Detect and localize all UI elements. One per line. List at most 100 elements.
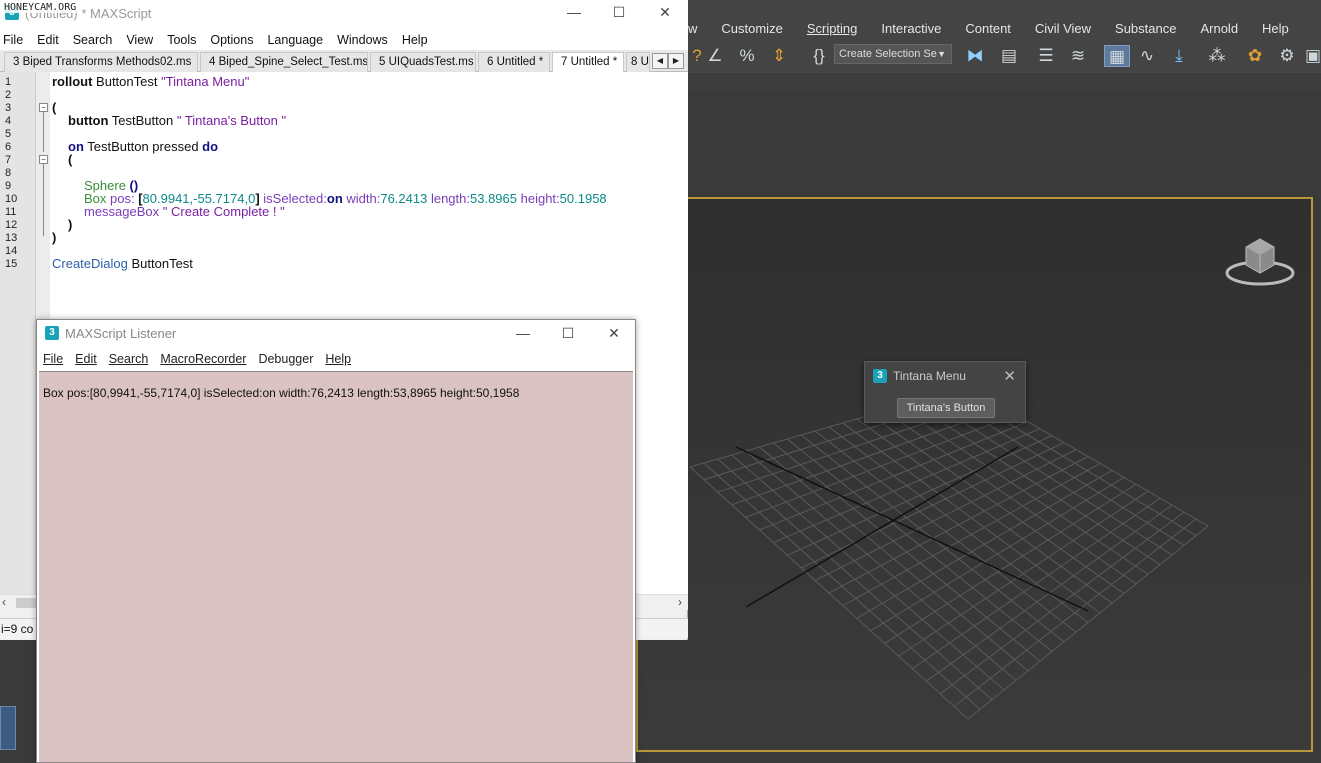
code-line-15: CreateDialog ButtonTest — [52, 256, 193, 271]
line-number: 7 — [5, 154, 12, 166]
chevron-down-icon: ▼ — [937, 49, 946, 59]
function-name: CreateDialog — [52, 256, 128, 271]
max-menu-arnold[interactable]: Arnold — [1188, 21, 1250, 36]
dialog-titlebar[interactable]: 3 Tintana Menu — [865, 362, 1025, 390]
scene-explorer-icon[interactable]: ☰ — [1035, 45, 1057, 67]
grid-line — [953, 518, 1197, 707]
parameter: length: — [427, 191, 470, 206]
close-icon[interactable]: ✕ — [604, 325, 624, 342]
curve-editor-icon[interactable]: ∿ — [1136, 45, 1158, 67]
edit-named-selection-icon[interactable]: {} — [808, 45, 830, 67]
listener-menu-debugger[interactable]: Debugger — [252, 352, 319, 366]
code-line-12: ) — [68, 217, 72, 232]
editor-titlebar[interactable]: 3 (Untitled) * MAXScript — ☐ ✕ — [0, 0, 688, 30]
spinner-snap-icon[interactable]: ⇕ — [768, 45, 790, 67]
layer-explorer-icon[interactable]: ≋ — [1067, 45, 1089, 67]
listener-menu-search[interactable]: Search — [103, 352, 155, 366]
line-number: 11 — [5, 206, 17, 218]
keyword: on — [326, 191, 343, 206]
max-menu-scripting[interactable]: Scripting — [795, 21, 870, 36]
editor-menu-search[interactable]: Search — [66, 33, 120, 47]
grid-line — [717, 458, 993, 701]
paren: ) — [68, 217, 73, 232]
paren: ) — [52, 230, 57, 245]
scroll-left-icon[interactable]: ‹ — [2, 595, 6, 609]
listener-menu-file[interactable]: File — [37, 352, 69, 366]
max-menu-substance[interactable]: Substance — [1103, 21, 1188, 36]
editor-menu-edit[interactable]: Edit — [30, 33, 66, 47]
identifier: ButtonTest — [127, 256, 193, 271]
tintana-button[interactable]: Tintana's Button — [897, 398, 995, 418]
tab-uiquads[interactable]: 5 UIQuadsTest.ms — [370, 52, 476, 72]
listener-menu-edit[interactable]: Edit — [69, 352, 103, 366]
scroll-right-icon[interactable]: › — [678, 595, 682, 609]
mirror-icon[interactable]: ⧓ — [964, 45, 986, 67]
angle-snap-icon[interactable]: ∠ — [704, 45, 726, 67]
tab-scroll-left-icon[interactable]: ◀ — [652, 53, 668, 69]
align-icon[interactable]: ▤ — [998, 45, 1020, 67]
editor-menu-help[interactable]: Help — [395, 33, 435, 47]
max-menu-civil-view[interactable]: Civil View — [1023, 21, 1103, 36]
scrollbar-thumb[interactable] — [16, 598, 36, 608]
line-number: 14 — [5, 245, 18, 257]
listener-titlebar[interactable]: 3 MAXScript Listener — ☐ ✕ — [37, 320, 635, 348]
max-menu-w[interactable]: w — [686, 21, 709, 36]
identifier: TestButton pressed — [83, 139, 203, 154]
max-menu-content[interactable]: Content — [953, 21, 1023, 36]
schematic-view-icon[interactable]: ⁂ — [1206, 45, 1228, 67]
max-menu-interactive[interactable]: Interactive — [869, 21, 953, 36]
listener-output-area[interactable]: Box pos:[80,9941,-55,7174,0] isSelected:… — [39, 371, 633, 762]
code-line-7: ( — [68, 152, 72, 167]
max-logo-icon: 3 — [45, 326, 59, 340]
percent-snap-icon[interactable]: % — [736, 45, 758, 67]
tab-biped-transforms[interactable]: 3 Biped Transforms Methods02.ms — [4, 52, 198, 72]
dope-sheet-icon[interactable]: ⤓ — [1168, 45, 1190, 67]
close-icon[interactable]: ✕ — [1003, 367, 1016, 385]
parameter: height: — [517, 191, 560, 206]
string-literal: "Tintana Menu" — [161, 74, 250, 89]
selection-set-text: Create Selection Se — [839, 48, 937, 60]
close-icon[interactable]: ✕ — [655, 4, 675, 21]
fold-toggle-icon[interactable]: − — [39, 103, 48, 112]
paren: ( — [68, 152, 73, 167]
editor-menu-language[interactable]: Language — [260, 33, 330, 47]
listener-menu-macrorecorder[interactable]: MacroRecorder — [154, 352, 252, 366]
code-line-3: ( — [52, 100, 56, 115]
tab-biped-spine[interactable]: 4 Biped_Spine_Select_Test.ms — [200, 52, 368, 72]
fold-toggle-icon[interactable]: − — [39, 155, 48, 164]
minimize-icon[interactable]: — — [564, 4, 584, 20]
tab-untitled-7[interactable]: 7 Untitled * — [552, 52, 624, 72]
tab-scroll-right-icon[interactable]: ▶ — [668, 53, 684, 69]
render-setup-icon[interactable]: ⚙ — [1276, 45, 1298, 67]
line-number: 9 — [5, 180, 12, 192]
editor-menu-windows[interactable]: Windows — [330, 33, 395, 47]
tab-untitled-8[interactable]: 8 U — [626, 52, 650, 72]
tab-untitled-6[interactable]: 6 Untitled * — [478, 52, 550, 72]
viewcube-icon[interactable] — [1224, 233, 1296, 293]
perspective-viewport[interactable] — [636, 197, 1313, 752]
render-frame-icon[interactable]: ▣ — [1302, 45, 1321, 67]
code-line-11: messageBox " Create Complete ! " — [84, 204, 285, 219]
minimize-icon[interactable]: — — [513, 325, 533, 341]
listener-menubar: File Edit Search MacroRecorder Debugger … — [37, 348, 635, 370]
tintana-dialog: 3 Tintana Menu ✕ Tintana's Button — [864, 361, 1026, 423]
material-editor-icon[interactable]: ✿ — [1244, 45, 1266, 67]
code-line-1: rollout ButtonTest "Tintana Menu" — [52, 74, 249, 89]
line-number: 1 — [5, 76, 12, 88]
editor-menu-file[interactable]: File — [0, 33, 30, 47]
editor-menu-view[interactable]: View — [119, 33, 160, 47]
paren: ( — [52, 100, 57, 115]
keyword: do — [202, 139, 219, 154]
dialog-title: Tintana Menu — [893, 369, 966, 383]
maximize-icon[interactable]: ☐ — [609, 4, 629, 21]
listener-menu-help[interactable]: Help — [319, 352, 357, 366]
identifier: TestButton — [108, 113, 177, 128]
editor-menu-tools[interactable]: Tools — [160, 33, 203, 47]
string-literal: " Tintana's Button " — [176, 113, 287, 128]
maximize-icon[interactable]: ☐ — [558, 325, 578, 342]
max-menu-help[interactable]: Help — [1250, 21, 1301, 36]
selection-set-dropdown[interactable]: Create Selection Se ▼ — [834, 44, 952, 64]
editor-menu-options[interactable]: Options — [203, 33, 260, 47]
ribbon-toggle-icon[interactable]: ▦ — [1104, 45, 1130, 67]
max-menu-customize[interactable]: Customize — [709, 21, 794, 36]
